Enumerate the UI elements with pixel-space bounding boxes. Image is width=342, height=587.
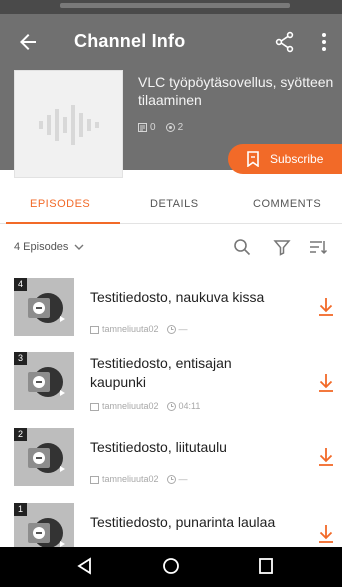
channel-cover <box>14 70 123 178</box>
subscriber-count: 2 <box>165 122 183 133</box>
system-nav-bar <box>0 547 342 587</box>
author-icon <box>90 402 99 411</box>
nav-home-icon[interactable] <box>162 557 180 575</box>
download-icon[interactable] <box>316 296 336 318</box>
list-item[interactable]: 3 Testitiedosto, entisajan kaupunki tamn… <box>0 352 342 424</box>
clock-icon <box>166 401 176 411</box>
episode-meta: tamneliuuta02 — <box>90 474 188 484</box>
status-bar-strip <box>60 3 290 8</box>
subscribe-label: Subscribe <box>270 152 324 166</box>
tab-details[interactable]: DETAILS <box>150 198 199 210</box>
list-icon <box>138 123 147 132</box>
author-icon <box>90 325 99 334</box>
episode-title: Testitiedosto, punarinta laulaa <box>90 514 276 530</box>
list-item[interactable]: 4 Testitiedosto, naukuva kissa tamneliuu… <box>0 278 342 350</box>
download-icon[interactable] <box>316 372 336 394</box>
search-icon[interactable] <box>232 237 252 257</box>
episode-thumbnail: 2 <box>14 428 74 486</box>
arrow-back-icon[interactable] <box>16 30 40 54</box>
tab-indicator <box>6 222 120 224</box>
share-icon[interactable] <box>273 30 297 54</box>
channel-name: VLC työpöytäsovellus, syötteen tilaamine… <box>138 74 334 108</box>
episode-count-dropdown[interactable]: 4 Episodes <box>14 241 84 253</box>
download-icon[interactable] <box>316 523 336 545</box>
page-title: Channel Info <box>74 31 186 51</box>
sort-icon[interactable] <box>308 237 328 257</box>
status-bar <box>0 0 342 14</box>
channel-meta: 0 2 <box>138 122 183 133</box>
audio-waveform-icon <box>39 105 99 145</box>
tab-comments[interactable]: COMMENTS <box>253 198 321 210</box>
episode-meta: tamneliuuta02 04:11 <box>90 401 200 411</box>
vlc-cone-icon <box>28 367 65 397</box>
vlc-cone-icon <box>28 293 65 323</box>
author-icon <box>90 475 99 484</box>
bookmark-icon <box>247 151 259 167</box>
clock-icon <box>166 324 176 334</box>
filter-icon[interactable] <box>272 237 292 257</box>
vlc-cone-icon <box>28 518 65 547</box>
subscribe-button[interactable]: Subscribe <box>228 144 342 174</box>
nav-recents-icon[interactable] <box>258 557 274 575</box>
download-icon[interactable] <box>316 446 336 468</box>
episode-title: Testitiedosto, entisajan kaupunki <box>90 355 232 390</box>
more-vert-icon[interactable] <box>314 30 334 54</box>
toolbar: Channel Info <box>0 14 342 70</box>
episode-count: 0 <box>138 122 156 133</box>
episode-count-label: 4 Episodes <box>14 241 69 253</box>
vlc-cone-icon <box>28 443 65 473</box>
episode-thumbnail: 3 <box>14 352 74 410</box>
nav-back-icon[interactable] <box>76 557 92 575</box>
filter-bar: 4 Episodes <box>0 234 342 262</box>
episode-thumbnail: 4 <box>14 278 74 336</box>
episode-thumbnail: 1 <box>14 503 74 547</box>
clock-icon <box>166 474 176 484</box>
chevron-down-icon <box>74 244 84 250</box>
tab-bar: EPISODES DETAILS COMMENTS <box>0 186 342 224</box>
episode-meta: tamneliuuta02 — <box>90 324 188 334</box>
subscribers-icon <box>165 123 175 132</box>
list-item[interactable]: 1 Testitiedosto, punarinta laulaa <box>0 503 342 547</box>
tab-episodes[interactable]: EPISODES <box>30 198 90 210</box>
episode-title: Testitiedosto, naukuva kissa <box>90 289 265 305</box>
list-item[interactable]: 2 Testitiedosto, liitutaulu tamneliuuta0… <box>0 428 342 500</box>
episode-title: Testitiedosto, liitutaulu <box>90 439 227 455</box>
